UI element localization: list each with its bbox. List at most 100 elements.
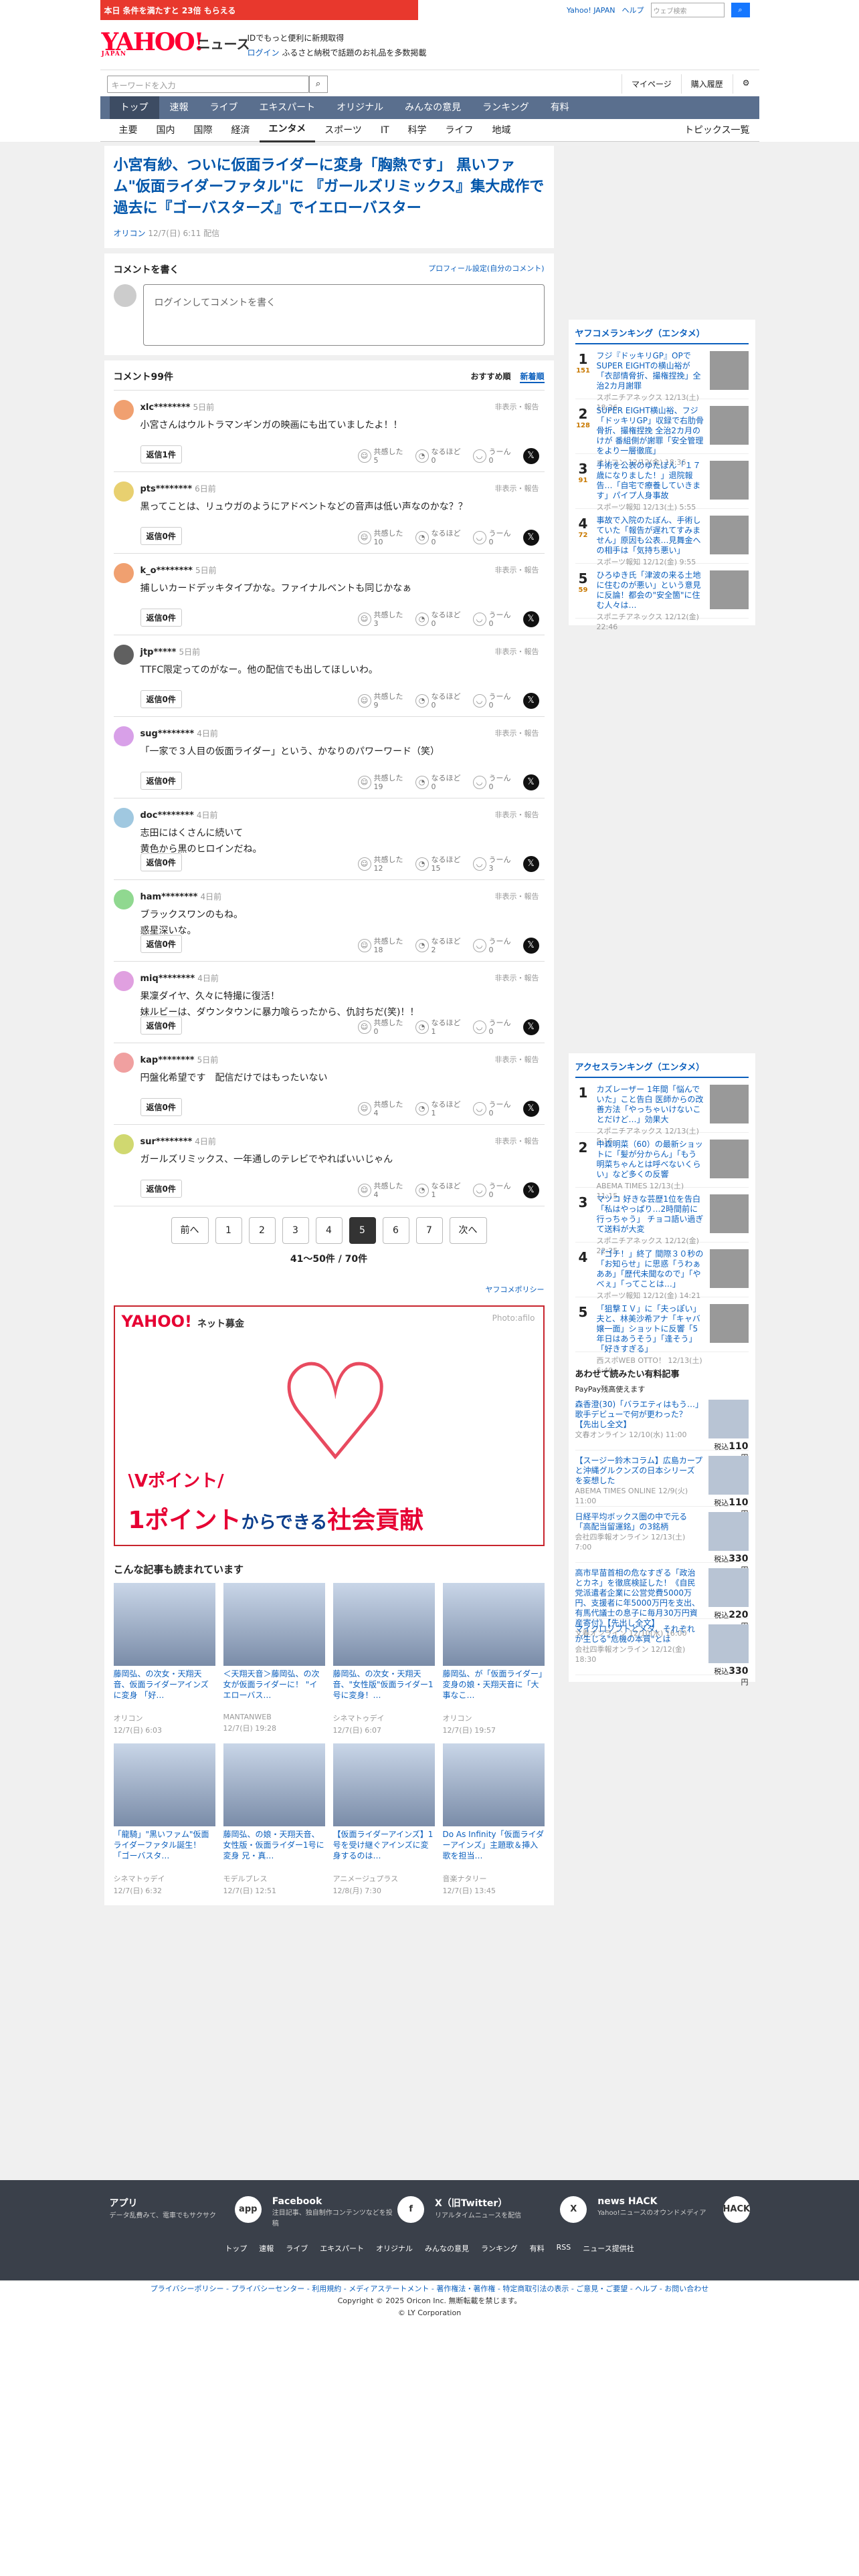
policy-link[interactable]: ヤフコメポリシー bbox=[114, 1284, 545, 1295]
title[interactable]: SUPER EIGHT横山裕、フジ「ドッキリGP」収録で右肋骨骨折、撮権捏挽 全… bbox=[597, 406, 704, 456]
related-title[interactable]: ＜天翔天音＞藤岡弘、の次女が仮面ライダーに！ "イエローバス… bbox=[223, 1669, 325, 1711]
thumbnail[interactable] bbox=[708, 1624, 749, 1663]
report-link[interactable]: 非表示・報告 bbox=[495, 809, 539, 820]
nav-tab[interactable]: ライブ bbox=[199, 96, 249, 119]
x-share-icon[interactable]: 𝕏 bbox=[522, 1182, 539, 1198]
thumbnail[interactable] bbox=[709, 1304, 749, 1343]
thumbnail[interactable] bbox=[709, 570, 749, 609]
policy-links[interactable]: プライバシーポリシー - プライバシーセンター - 利用規約 - メディアステー… bbox=[0, 2283, 859, 2295]
reply-button[interactable]: 返信0件 bbox=[140, 527, 182, 545]
reply-button[interactable]: 返信0件 bbox=[140, 609, 182, 627]
login-link[interactable]: ログイン bbox=[248, 48, 280, 58]
footer-link[interactable]: みんなの意見 bbox=[425, 2243, 469, 2254]
username[interactable]: ham******** bbox=[140, 892, 198, 902]
title[interactable]: 「ゴチ！」終了 間際３０秒の「お知らせ」に思惑「うわぁああ」「歴代未聞なので」「… bbox=[597, 1249, 704, 1289]
thumbnail[interactable] bbox=[709, 1140, 749, 1178]
paid-title[interactable]: マイクロソフトとメタ、それぞれが生じる"危機の本質"とは 会社四季報オンライン 1… bbox=[575, 1624, 703, 1669]
reply-button[interactable]: 返信0件 bbox=[140, 853, 182, 871]
nav-tab[interactable]: 速報 bbox=[159, 96, 199, 119]
naruhodo-button[interactable]: ◔ なるほど 0 bbox=[415, 774, 461, 791]
nav-tab[interactable]: オリジナル bbox=[326, 96, 394, 119]
page-button[interactable]: 1 bbox=[215, 1217, 242, 1244]
footer-link[interactable]: ライブ bbox=[286, 2243, 308, 2254]
uun-button[interactable]: ◡ うーん 0 bbox=[472, 692, 511, 710]
x-share-icon[interactable]: 𝕏 bbox=[522, 774, 539, 790]
naruhodo-button[interactable]: ◔ なるほど 0 bbox=[415, 692, 461, 710]
reply-button[interactable]: 返信0件 bbox=[140, 935, 182, 953]
related-card[interactable]: 藤岡弘、の次女・天翔天音、仮面ライダーアインズに変身 「好… オリコン 12/7(日… bbox=[113, 1583, 215, 1735]
uun-button[interactable]: ◡ うーん 0 bbox=[472, 447, 511, 465]
ranking-item[interactable]: 3 91 手術を公表のゆたぼん「１７歳になりました！」退院報告…「自宅で療養していき… bbox=[575, 454, 749, 512]
title[interactable]: マイクロソフトとメタ、それぞれが生じる"危機の本質"とは bbox=[575, 1624, 703, 1644]
sort-newest[interactable]: 新着順 bbox=[520, 370, 545, 383]
category-tab[interactable]: 地域 bbox=[483, 119, 520, 142]
page-button[interactable]: 2 bbox=[248, 1217, 276, 1244]
empathy-button[interactable]: ☺ 共感した 0 bbox=[357, 1018, 403, 1036]
reply-button[interactable]: 返信0件 bbox=[140, 772, 182, 790]
username[interactable]: xlc******** bbox=[140, 403, 191, 413]
ranking-title[interactable]: フジ『ドッキリGP』OPでSUPER EIGHTの横山裕が「衣部情脅折、撮権捏挽… bbox=[597, 351, 704, 412]
footer-link[interactable]: ニュース提供社 bbox=[583, 2243, 634, 2254]
username[interactable]: miq******** bbox=[140, 974, 195, 984]
mypage-link[interactable]: マイページ bbox=[621, 74, 681, 94]
title[interactable]: フジ『ドッキリGP』OPでSUPER EIGHTの横山裕が「衣部情脅折、撮権捏挽… bbox=[597, 351, 704, 391]
title[interactable]: 「狙撃ＩＶ」に「夫っぽい」夫と、林美沙希アナ「キャバ嬢一面」ショットに反響「5年… bbox=[597, 1304, 704, 1354]
nav-tab[interactable]: ランキング bbox=[472, 96, 540, 119]
report-link[interactable]: 非表示・報告 bbox=[495, 483, 539, 494]
web-search-button[interactable]: ⌕ bbox=[731, 3, 750, 17]
username[interactable]: pts******** bbox=[140, 484, 193, 494]
title[interactable]: カズレーザー 1年間「悩んでいた」こと告白 医師からの改善方法「やっちゃいけない… bbox=[597, 1085, 704, 1125]
category-tab[interactable]: エンタメ bbox=[259, 118, 316, 142]
empathy-button[interactable]: ☺ 共感した 3 bbox=[357, 611, 403, 628]
thumbnail[interactable] bbox=[332, 1583, 435, 1666]
ranking-item[interactable]: 2 128 SUPER EIGHT横山裕、フジ「ドッキリGP」収録で右肋骨骨折、撮権… bbox=[575, 399, 749, 467]
footer-link[interactable]: RSS bbox=[557, 2243, 571, 2254]
yahoo-logo[interactable]: YAHOO! JAPAN bbox=[102, 28, 205, 58]
empathy-button[interactable]: ☺ 共感した 10 bbox=[357, 529, 403, 546]
search-icon[interactable]: ⌕ bbox=[308, 76, 328, 93]
thumbnail[interactable] bbox=[709, 1249, 749, 1288]
page-button[interactable]: 3 bbox=[282, 1217, 309, 1244]
access-title[interactable]: マツコ 好きな芸歴1位を告白「私はやっぱり…2時間前に行っちゃう」 チョコ語い過… bbox=[597, 1194, 704, 1255]
paid-item[interactable]: 高市早苗首相の危なすぎる「政治とカネ」を徹底検証した！《自民党派遣者企業に公営党… bbox=[575, 1563, 749, 1638]
category-tab[interactable]: 主要 bbox=[110, 119, 147, 142]
x-share-icon[interactable]: 𝕏 bbox=[522, 1019, 539, 1035]
access-title[interactable]: カズレーザー 1年間「悩んでいた」こと告白 医師からの改善方法「やっちゃいけない… bbox=[597, 1085, 704, 1146]
x-share-icon[interactable]: 𝕏 bbox=[522, 938, 539, 954]
related-card[interactable]: 藤岡弘、が「仮面ライダー」変身の娘・天翔天音に「大事なこ… オリコン 12/7(日)… bbox=[442, 1583, 545, 1735]
report-link[interactable]: 非表示・報告 bbox=[495, 891, 539, 901]
paid-item[interactable]: 【スージー鈴木コラム】広島カープと沖縄グルクンズの日本シリーズを妄想した ABEM… bbox=[575, 1451, 749, 1518]
username[interactable]: jtp***** bbox=[140, 647, 177, 657]
thumbnail[interactable] bbox=[708, 1512, 749, 1551]
reply-button[interactable]: 返信0件 bbox=[140, 1098, 182, 1116]
reply-button[interactable]: 返信1件 bbox=[140, 445, 182, 463]
thumbnail[interactable] bbox=[223, 1743, 325, 1826]
naruhodo-button[interactable]: ◔ なるほど 1 bbox=[415, 1018, 461, 1036]
related-title[interactable]: Do As Infinity「仮面ライダーアインズ」主題歌＆挿入歌を担当… bbox=[443, 1829, 545, 1872]
empathy-button[interactable]: ☺ 共感した 4 bbox=[357, 1100, 403, 1117]
reply-button[interactable]: 返信0件 bbox=[140, 1016, 182, 1035]
yahoo-japan-link[interactable]: Yahoo! JAPAN bbox=[567, 6, 615, 15]
thumbnail[interactable] bbox=[709, 1194, 749, 1233]
category-tab[interactable]: 国内 bbox=[147, 119, 185, 142]
empathy-button[interactable]: ☺ 共感した 9 bbox=[357, 692, 403, 710]
profile-link[interactable]: プロフィール設定(自分のコメント) bbox=[428, 263, 544, 276]
page-button[interactable]: 4 bbox=[315, 1217, 343, 1244]
purchase-history-link[interactable]: 購入履歴 bbox=[680, 74, 733, 94]
donation-banner[interactable]: YAHOO! ネット募金 Photo:afilo ♡ \Vポイント/ 1ポイントか… bbox=[113, 1305, 545, 1546]
ad-strip[interactable]: 本日 条件を満たすと 23倍 もらえる bbox=[100, 0, 418, 20]
related-card[interactable]: 藤岡弘、の次女・天翔天音、"女性版"仮面ライダー1号に変身！… シネマトゥデイ 12… bbox=[332, 1583, 435, 1735]
access-item[interactable]: 2 中森明菜（60）の最新ショットに「髪が分からん」「もう明菜ちゃんとは呼べないく… bbox=[575, 1133, 749, 1200]
related-card[interactable]: Do As Infinity「仮面ライダーアインズ」主題歌＆挿入歌を担当… 音楽ナ… bbox=[442, 1743, 545, 1896]
uun-button[interactable]: ◡ うーん 0 bbox=[472, 611, 511, 628]
help-link[interactable]: ヘルプ bbox=[622, 5, 644, 15]
category-tab[interactable]: IT bbox=[371, 119, 399, 142]
footer-item[interactable]: Facebook 注目記事、独自制作コンテンツなどを投稿 f bbox=[272, 2196, 424, 2228]
report-link[interactable]: 非表示・報告 bbox=[495, 564, 539, 575]
x-share-icon[interactable]: 𝕏 bbox=[522, 693, 539, 709]
category-tab[interactable]: ライフ bbox=[436, 119, 483, 142]
thumbnail[interactable] bbox=[442, 1743, 545, 1826]
footer-link[interactable]: 有料 bbox=[530, 2243, 545, 2254]
nav-tab[interactable]: 有料 bbox=[540, 96, 580, 119]
footer-link[interactable]: トップ bbox=[225, 2243, 247, 2254]
